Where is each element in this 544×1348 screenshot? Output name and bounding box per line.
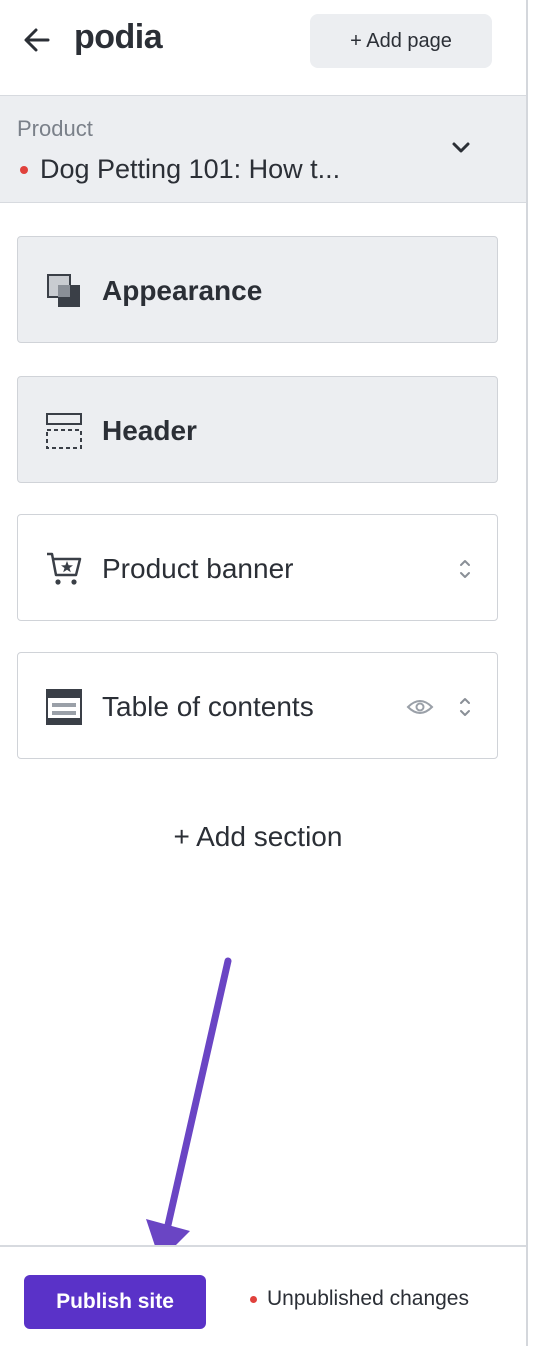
product-select-value: Dog Petting 101: How t... — [20, 154, 340, 185]
footer-bar: Publish site Unpublished changes — [0, 1245, 526, 1348]
chevron-down-icon[interactable] — [448, 138, 474, 158]
section-label: Table of contents — [102, 690, 314, 722]
section-label: Appearance — [102, 274, 263, 306]
annotation-arrow — [146, 957, 232, 1261]
section-product-banner[interactable]: Product banner — [17, 514, 498, 621]
editor-sidebar: podia + Add page Product Dog Petting 101… — [0, 0, 528, 1348]
section-appearance[interactable]: Appearance — [17, 236, 498, 343]
reorder-icon[interactable] — [458, 557, 472, 581]
publish-status: Unpublished changes — [250, 1287, 469, 1311]
publish-site-button[interactable]: Publish site — [24, 1275, 206, 1329]
appearance-icon — [47, 274, 80, 307]
status-dot — [250, 1295, 257, 1303]
add-section-button[interactable]: + Add section — [0, 820, 516, 854]
back-arrow-icon[interactable] — [20, 24, 56, 56]
table-of-contents-icon — [46, 689, 82, 725]
top-bar: podia + Add page — [0, 0, 526, 96]
status-text: Unpublished changes — [267, 1287, 469, 1310]
unsaved-dot — [20, 165, 28, 174]
product-name: Dog Petting 101: How t... — [40, 154, 341, 184]
product-select-label: Product — [17, 116, 93, 141]
cart-star-icon — [47, 552, 82, 585]
reorder-icon[interactable] — [458, 695, 472, 719]
eye-icon[interactable] — [406, 697, 434, 717]
section-label: Product banner — [102, 552, 294, 584]
podia-logo[interactable]: podia — [74, 18, 163, 57]
section-label: Header — [102, 414, 197, 446]
section-table-of-contents[interactable]: Table of contents — [17, 652, 498, 759]
section-header[interactable]: Header — [17, 376, 498, 483]
add-page-button[interactable]: + Add page — [310, 14, 492, 68]
header-layout-icon — [46, 413, 82, 449]
